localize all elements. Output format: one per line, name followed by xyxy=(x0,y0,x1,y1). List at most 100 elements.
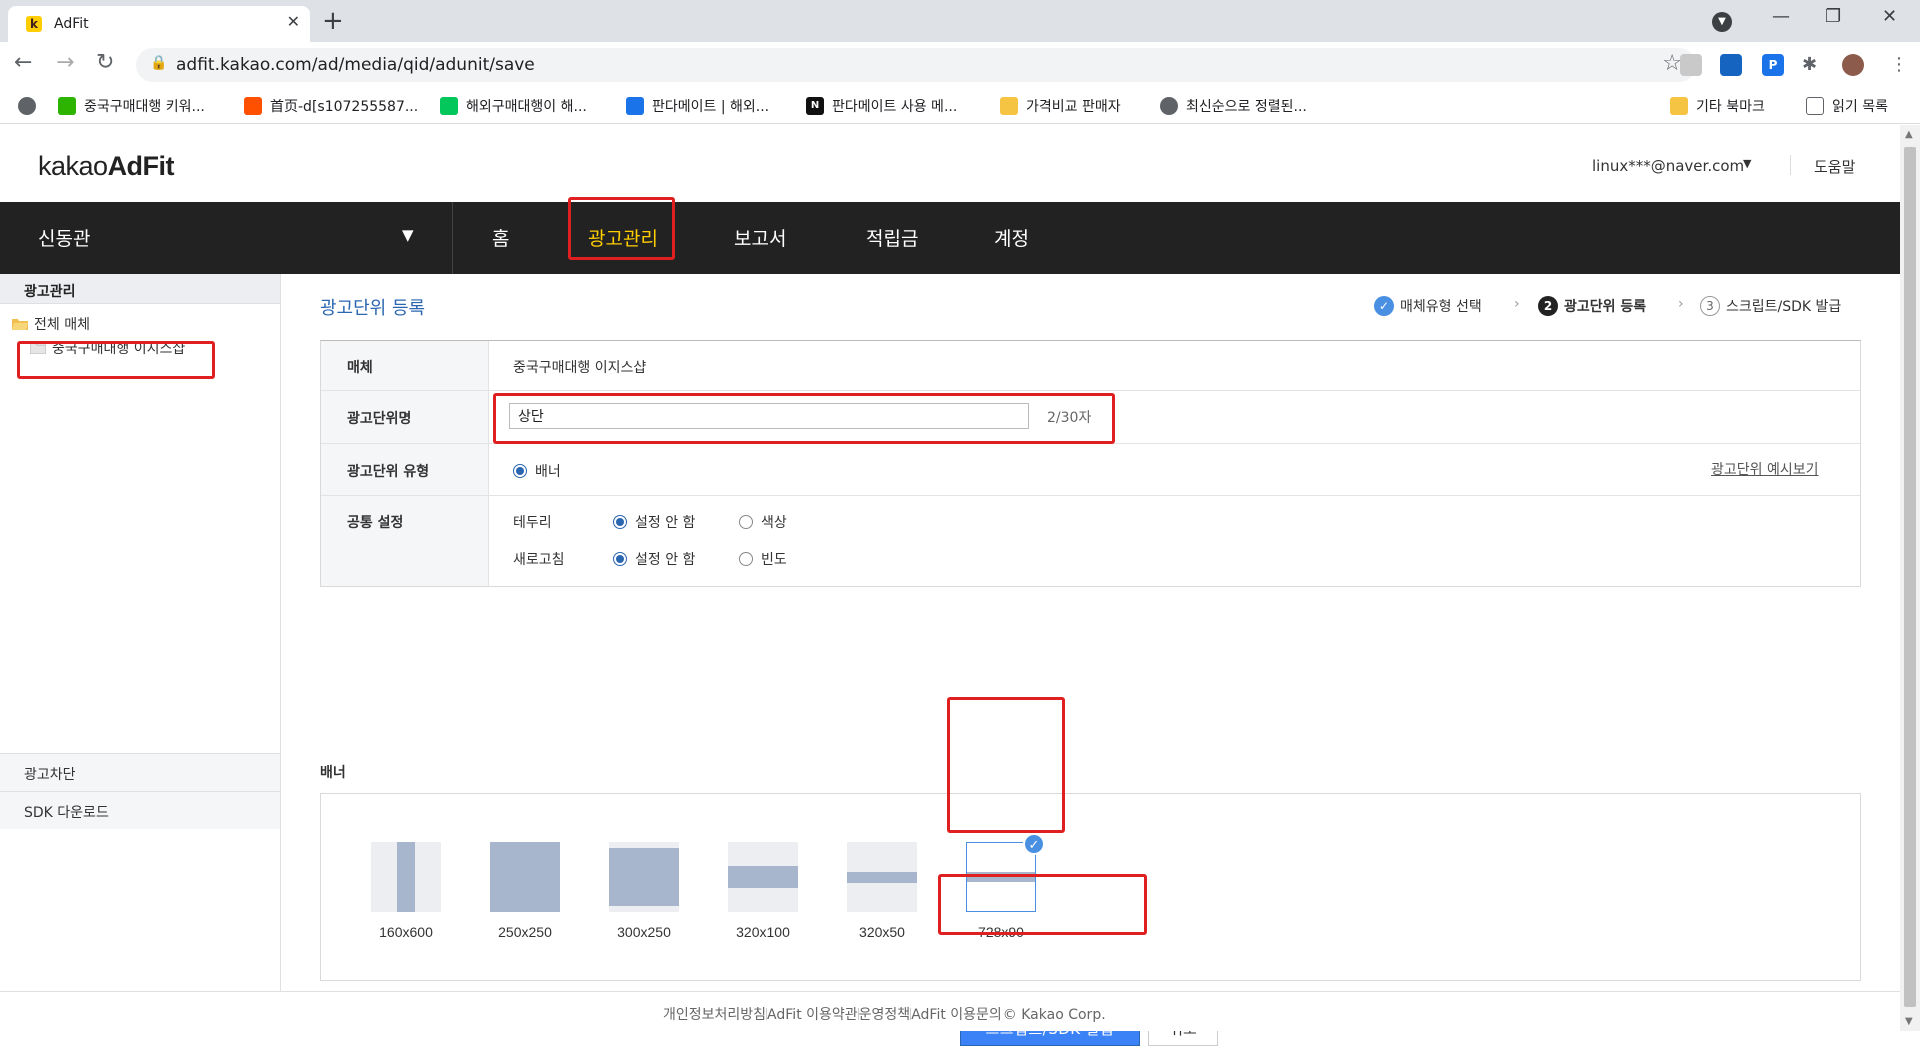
form-row-common: 공통 설정 테두리 설정 안 함 색상 새로고침 설정 안 함 빈도 xyxy=(321,496,1860,586)
minimize-icon[interactable]: — xyxy=(1772,6,1790,27)
form-row-type: 광고단위 유형 배너 광고단위 예시보기 xyxy=(321,444,1860,496)
ad-unit-name-label: 광고단위명 xyxy=(347,411,412,427)
bookmark-item[interactable]: 首页-d[s107255587... xyxy=(244,95,418,117)
reading-list[interactable]: 읽기 목록 xyxy=(1806,95,1888,117)
scrollbar-thumb[interactable] xyxy=(1904,147,1916,1007)
page-scrollbar[interactable]: ▲ ▼ xyxy=(1900,125,1920,1031)
ad-unit-name-input[interactable] xyxy=(509,403,1029,429)
open-folder-icon xyxy=(12,319,28,330)
banner-thumb xyxy=(847,842,917,912)
type-banner-radio[interactable]: 배너 xyxy=(513,461,561,481)
check-icon: ✓ xyxy=(1023,833,1045,855)
back-arrow-icon[interactable]: ← xyxy=(14,50,32,75)
tree-item-media[interactable]: 중국구매대행 이지스샵 xyxy=(30,338,185,358)
banner-size-320x50[interactable]: 320x50 xyxy=(842,842,922,940)
bookmark-item[interactable]: 최신순으로 정렬된... xyxy=(1160,95,1307,117)
radio-selected-icon[interactable] xyxy=(513,464,527,478)
tab-close-icon[interactable]: ✕ xyxy=(287,12,300,31)
tab-title: AdFit xyxy=(54,16,89,32)
nav-credits[interactable]: 적립금 xyxy=(866,224,918,251)
nav-home[interactable]: 홈 xyxy=(492,224,509,251)
nav-report[interactable]: 보고서 xyxy=(734,224,786,251)
media-value: 중국구매대행 이지스샵 xyxy=(513,360,647,376)
banner-size-250x250[interactable]: 250x250 xyxy=(485,842,565,940)
reading-list-icon xyxy=(1806,97,1824,115)
nav-account[interactable]: 계정 xyxy=(994,224,1029,251)
sidebar-item-ad-blocking[interactable]: 광고차단 xyxy=(0,753,280,791)
bookmark-favicon-icon xyxy=(58,97,76,115)
page: kakaoAdFit linux***@naver.com ▼ 도움말 신동관 … xyxy=(0,125,1900,1046)
puzzle-icon[interactable]: ✱ xyxy=(1802,54,1824,76)
browser-menu-icon[interactable]: ⋮ xyxy=(1888,54,1910,76)
banner-thumb xyxy=(371,842,441,912)
kakao-adfit-logo[interactable]: kakaoAdFit xyxy=(38,151,175,182)
nav-ad-management[interactable]: 광고관리 xyxy=(588,224,658,251)
window-close-icon[interactable]: ✕ xyxy=(1882,6,1897,27)
lock-icon: 🔒 xyxy=(150,55,168,71)
refresh-none-radio[interactable]: 설정 안 함 xyxy=(613,549,695,569)
bookmark-item[interactable]: 해외구매대행이 해... xyxy=(440,95,587,117)
extension-p-icon[interactable]: P xyxy=(1762,54,1784,76)
extension-image-icon[interactable] xyxy=(1680,54,1702,76)
bookmark-item[interactable]: N 판다메이트 사용 메... xyxy=(806,95,957,117)
extension-wave-icon[interactable] xyxy=(1720,54,1742,76)
terms-link[interactable]: AdFit 이용약관 xyxy=(767,1007,858,1023)
other-bookmarks[interactable]: 기타 북마크 xyxy=(1670,95,1765,117)
folder-icon xyxy=(30,342,46,354)
ad-unit-form: 매체 중국구매대행 이지스샵 광고단위명 2/30자 광고단위 유형 배너 광고… xyxy=(320,340,1861,587)
divider xyxy=(452,202,453,274)
form-row-name: 광고단위명 2/30자 xyxy=(321,391,1860,444)
chevron-right-icon: › xyxy=(1514,296,1520,312)
caret-down-icon[interactable]: ▼ xyxy=(402,226,414,244)
sidebar-item-sdk-download[interactable]: SDK 다운로드 xyxy=(0,791,280,829)
profile-avatar[interactable] xyxy=(1842,54,1864,76)
privacy-policy-link[interactable]: 개인정보처리방침 xyxy=(663,1007,766,1023)
bookmark-item[interactable]: 중국구매대행 키워... xyxy=(58,95,205,117)
address-bar[interactable]: 🔒 adfit.kakao.com/ad/media/qid/adunit/sa… xyxy=(136,48,1696,82)
refresh-label: 새로고침 xyxy=(513,552,565,568)
page-title: 광고단위 등록 xyxy=(320,298,426,319)
forward-arrow-icon[interactable]: → xyxy=(56,50,74,75)
url-text: adfit.kakao.com/ad/media/qid/adunit/save xyxy=(176,55,535,75)
kakao-favicon-icon: k xyxy=(26,16,42,32)
bookmark-item[interactable]: 판다메이트 | 해외... xyxy=(626,95,769,117)
scroll-up-icon[interactable]: ▲ xyxy=(1905,129,1913,140)
footer-links: 개인정보처리방침AdFit 이용약관운영정책AdFit 이용문의© Kakao … xyxy=(663,1004,1106,1024)
browser-toolbar: ← → ↻ 🔒 adfit.kakao.com/ad/media/qid/adu… xyxy=(0,42,1920,88)
banner-size-picker: 160x600 250x250 300x250 320x100 320x50 ✓… xyxy=(320,793,1861,981)
chevron-down-icon[interactable]: ▼ xyxy=(1743,157,1751,170)
scroll-down-icon[interactable]: ▼ xyxy=(1905,1016,1913,1027)
reload-icon[interactable]: ↻ xyxy=(96,50,114,75)
bookmark-favicon-icon xyxy=(626,97,644,115)
banner-size-160x600[interactable]: 160x600 xyxy=(366,842,446,940)
preview-link[interactable]: 광고단위 예시보기 xyxy=(1711,459,1819,479)
form-row-media: 매체 중국구매대행 이지스샵 xyxy=(321,341,1860,391)
help-link[interactable]: 도움말 xyxy=(1814,156,1855,177)
tree-item-all-media[interactable]: 전체 매체 xyxy=(12,314,90,334)
bookmark-item[interactable]: 가격비교 판매자 xyxy=(1000,95,1121,117)
inquiry-link[interactable]: AdFit 이용문의 xyxy=(911,1007,1002,1023)
progress-steps: ✓ 매체유형 선택 › 2 광고단위 등록 › 3 스크립트/SDK 발급 xyxy=(1374,296,1864,318)
banner-size-728x90[interactable]: ✓ 728x90 xyxy=(961,833,1045,940)
browser-tab[interactable]: k AdFit ✕ xyxy=(8,6,310,42)
char-counter: 2/30자 xyxy=(1047,410,1092,426)
border-none-radio[interactable]: 설정 안 함 xyxy=(613,512,695,532)
banner-thumb xyxy=(728,842,798,912)
media-selector[interactable]: 신동관 xyxy=(38,224,90,251)
banner-size-320x100[interactable]: 320x100 xyxy=(723,842,803,940)
banner-size-300x250[interactable]: 300x250 xyxy=(604,842,684,940)
restore-icon[interactable]: ❐ xyxy=(1825,6,1841,27)
operation-policy-link[interactable]: 운영정책 xyxy=(859,1007,911,1023)
border-label: 테두리 xyxy=(513,515,552,531)
step-register-ad-unit: 2 광고단위 등록 xyxy=(1538,296,1646,316)
border-color-radio[interactable]: 색상 xyxy=(739,512,787,532)
apps-icon[interactable] xyxy=(18,95,36,117)
new-tab-icon[interactable]: + xyxy=(322,6,344,36)
refresh-frequency-radio[interactable]: 빈도 xyxy=(739,549,787,569)
left-sidebar: 광고관리 전체 매체 중국구매대행 이지스샵 광고차단 SDK 다운로드 xyxy=(0,274,281,991)
global-nav: 신동관 ▼ 홈 광고관리 보고서 적립금 계정 xyxy=(0,202,1900,274)
download-icon[interactable]: ▼ xyxy=(1712,12,1732,32)
folder-icon xyxy=(1000,97,1018,115)
user-account[interactable]: linux***@naver.com xyxy=(1592,157,1744,175)
globe-icon xyxy=(1160,97,1178,115)
